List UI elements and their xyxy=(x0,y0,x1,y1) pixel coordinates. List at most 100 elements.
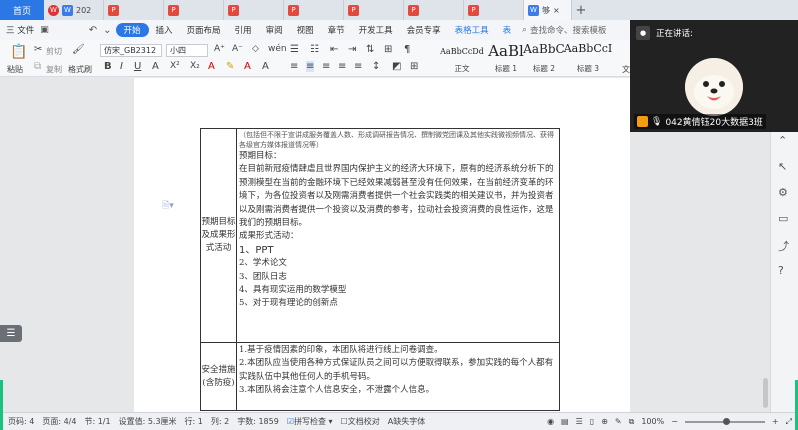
new-tab-button[interactable]: + xyxy=(572,0,590,20)
tab-developer[interactable]: 开发工具 xyxy=(352,24,400,36)
eye-icon[interactable]: ◉ xyxy=(547,417,554,426)
page-view-icon[interactable]: ▤ xyxy=(561,417,569,426)
fit-icon[interactable]: ⧉ xyxy=(629,417,635,427)
tab-references[interactable]: 引用 xyxy=(228,24,259,36)
table-cell-body[interactable]: 1.基于疫情因素的印象，本团队将进行线上问卷调查。 2.本团队应当使用各种方式保… xyxy=(236,342,560,411)
tab-insert[interactable]: 插入 xyxy=(149,24,180,36)
table-cell-label[interactable]: 预期目标及成果形式活动 xyxy=(200,128,237,343)
undo-icon[interactable]: ↶ xyxy=(89,25,97,36)
font-color-icon[interactable]: A xyxy=(208,61,215,72)
clear-format-icon[interactable]: ◇ xyxy=(252,44,259,54)
tab-member[interactable]: 会员专享 xyxy=(400,24,448,36)
share-icon[interactable]: ⤴ xyxy=(778,238,789,254)
justify-icon[interactable]: ≡ xyxy=(338,61,346,72)
setting-value[interactable]: 设置值: 5.3厘米 xyxy=(119,416,177,427)
zoom-out-icon[interactable]: − xyxy=(671,417,678,426)
redo-icon[interactable]: ⌄ xyxy=(103,25,111,36)
format-painter-icon[interactable]: 🖌 xyxy=(72,44,85,55)
show-marks-icon[interactable]: ¶ xyxy=(404,44,410,55)
grow-font-icon[interactable]: A⁺ xyxy=(214,44,225,54)
doc-tab[interactable]: P xyxy=(464,0,524,20)
save-icon[interactable]: ▣ xyxy=(40,25,49,35)
doc-tab[interactable]: P xyxy=(224,0,284,20)
bullets-icon[interactable]: ☰ xyxy=(290,44,299,55)
page-count[interactable]: 页面: 4/4 xyxy=(42,416,76,427)
underline-icon[interactable]: U xyxy=(134,61,141,72)
table-cell-body[interactable]: （包括但不限于宣讲成服务覆盖人数、形成调研报告情况、撰制微党团课及其他实践微视频… xyxy=(236,128,560,343)
doc-outline-icon[interactable]: 🗎▾ xyxy=(162,198,174,214)
document-page[interactable]: 预期目标及成果形式活动 （包括但不限于宣讲成服务覆盖人数、形成调研报告情况、撰制… xyxy=(134,78,630,412)
spell-check-button[interactable]: ☑拼写检查 ▾ xyxy=(287,416,333,427)
bold-icon[interactable]: B xyxy=(104,61,112,72)
highlight-icon[interactable]: ✎ xyxy=(226,61,234,72)
thumbnail-icon[interactable]: ▭ xyxy=(778,212,788,225)
zoom-level[interactable]: 100% xyxy=(641,417,664,426)
style-heading-2[interactable]: AaBbC 标题 2 xyxy=(522,42,566,74)
doc-proof-button[interactable]: ☐文档校对 xyxy=(341,416,380,427)
numbering-icon[interactable]: ☷ xyxy=(310,44,319,55)
copy-icon[interactable]: ⧉ xyxy=(34,61,41,72)
copy-button[interactable]: 复制 xyxy=(46,64,62,75)
char-shading-icon[interactable]: A xyxy=(262,61,269,72)
properties-icon[interactable]: ⚙ xyxy=(778,186,788,199)
table-cell-label[interactable]: 安全措施(含防疫) xyxy=(200,342,237,411)
line-spacing-icon[interactable]: ↕ xyxy=(372,61,380,72)
section-info[interactable]: 节: 1/1 xyxy=(84,416,110,427)
italic-icon[interactable]: I xyxy=(120,61,123,72)
video-call-overlay[interactable]: ● 正在讲话: 🎙 042黄倩钰20大数据3班 xyxy=(630,20,798,132)
close-icon[interactable]: × xyxy=(553,6,560,15)
phonetic-icon[interactable]: wén xyxy=(268,44,287,54)
cut-button[interactable]: 剪切 xyxy=(46,46,62,57)
doc-tab[interactable]: P xyxy=(164,0,224,20)
paste-button[interactable]: 粘贴 xyxy=(7,64,23,75)
sort-icon[interactable]: ⇅ xyxy=(366,44,374,55)
shrink-font-icon[interactable]: A⁻ xyxy=(232,44,243,54)
read-mode-icon[interactable]: ▯ xyxy=(590,417,594,426)
web-view-icon[interactable]: ⊕ xyxy=(601,417,608,426)
superscript-icon[interactable]: X² xyxy=(170,61,180,71)
select-icon[interactable]: ↖ xyxy=(778,160,787,173)
command-search[interactable]: ⌕ 查找命令、搜索模板 xyxy=(522,24,606,36)
outdent-icon[interactable]: ⇤ xyxy=(330,44,338,55)
text-color-icon[interactable]: A xyxy=(244,61,251,72)
outline-view-icon[interactable]: ☰ xyxy=(576,417,583,426)
vertical-scrollbar[interactable] xyxy=(763,378,768,408)
border-icon[interactable]: ⊞ xyxy=(384,44,392,55)
page-number[interactable]: 页码: 4 xyxy=(8,416,34,427)
tab-start[interactable]: 开始 xyxy=(115,23,149,37)
file-menu[interactable]: 三 文件 xyxy=(0,24,40,36)
word-count[interactable]: 字数: 1859 xyxy=(237,416,279,427)
tab-view[interactable]: 视图 xyxy=(290,24,321,36)
doc-tab-active[interactable]: W 够 × xyxy=(524,0,572,20)
write-mode-icon[interactable]: ✎ xyxy=(615,417,622,426)
indent-icon[interactable]: ⇥ xyxy=(348,44,356,55)
tab-review[interactable]: 审阅 xyxy=(259,24,290,36)
font-size-select[interactable]: 小四 xyxy=(166,44,208,57)
more-styles-button[interactable]: 文 xyxy=(622,64,630,75)
font-name-select[interactable]: 仿宋_GB2312 xyxy=(100,44,162,57)
cut-icon[interactable]: ✂ xyxy=(34,44,42,55)
doc-tab[interactable]: P xyxy=(284,0,344,20)
fullscreen-icon[interactable]: ⤢ xyxy=(786,417,792,427)
help-icon[interactable]: ? xyxy=(778,264,784,277)
zoom-slider-knob[interactable] xyxy=(722,417,730,425)
pin-icon[interactable]: ⌃ xyxy=(778,134,787,147)
zoom-in-icon[interactable]: + xyxy=(772,417,779,426)
nav-panel-toggle[interactable]: ☰ xyxy=(0,325,22,342)
subscript-icon[interactable]: X₂ xyxy=(190,61,200,71)
missing-font-button[interactable]: A缺失字体 xyxy=(388,416,425,427)
doc-tab[interactable]: P xyxy=(344,0,404,20)
align-center-icon[interactable]: ≡ xyxy=(306,61,315,72)
paste-icon[interactable]: 📋 xyxy=(10,44,27,60)
distribute-icon[interactable]: ≡ xyxy=(354,61,362,72)
borders-icon[interactable]: ⊞ xyxy=(410,61,418,72)
format-painter-button[interactable]: 格式刷 xyxy=(68,64,92,75)
tab-section[interactable]: 章节 xyxy=(321,24,352,36)
doc-tab[interactable]: P xyxy=(104,0,164,20)
home-tab[interactable]: 首页 xyxy=(0,0,44,20)
doc-tab[interactable]: P xyxy=(404,0,464,20)
zoom-slider[interactable] xyxy=(684,417,765,425)
strikethrough-icon[interactable]: A xyxy=(152,61,159,72)
doc-tab[interactable]: W W 202 xyxy=(44,0,104,20)
tab-table-style[interactable]: 表 xyxy=(496,24,519,36)
